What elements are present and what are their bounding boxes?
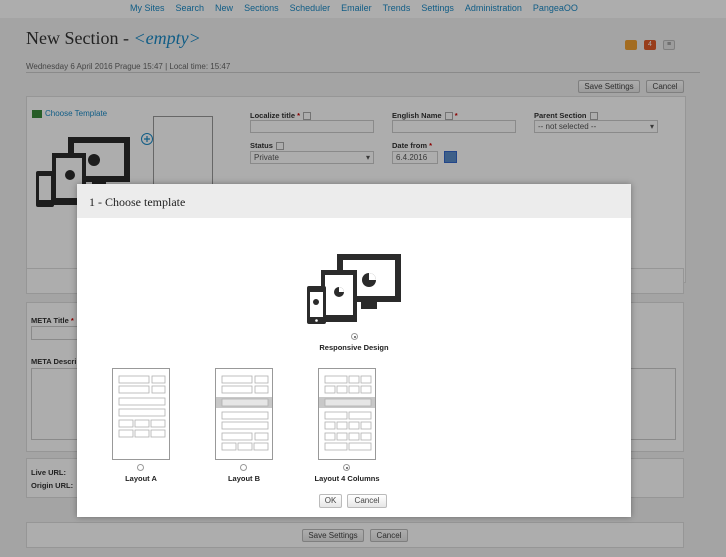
responsive-design-label: Responsive Design xyxy=(319,343,389,352)
layout-4-columns-label: Layout 4 Columns xyxy=(314,474,380,483)
layout-a-label: Layout A xyxy=(125,474,157,483)
layout-4-columns-thumbnail[interactable] xyxy=(318,368,376,460)
choose-template-modal: 1 - Choose template Responsive Design La… xyxy=(77,184,631,517)
ok-button[interactable]: OK xyxy=(319,494,342,508)
layout-b-radio[interactable] xyxy=(240,464,247,471)
responsive-design-radio[interactable] xyxy=(351,333,358,340)
modal-header: 1 - Choose template xyxy=(77,184,631,218)
layout-4-columns-radio[interactable] xyxy=(343,464,350,471)
layout-b-label: Layout B xyxy=(227,474,261,483)
devices-icon[interactable] xyxy=(305,252,405,324)
modal-title: 1 - Choose template xyxy=(89,195,186,209)
layout-a-radio[interactable] xyxy=(137,464,144,471)
layout-b-thumbnail[interactable] xyxy=(215,368,273,460)
modal-cancel-button[interactable]: Cancel xyxy=(347,494,387,508)
layout-a-thumbnail[interactable] xyxy=(112,368,170,460)
